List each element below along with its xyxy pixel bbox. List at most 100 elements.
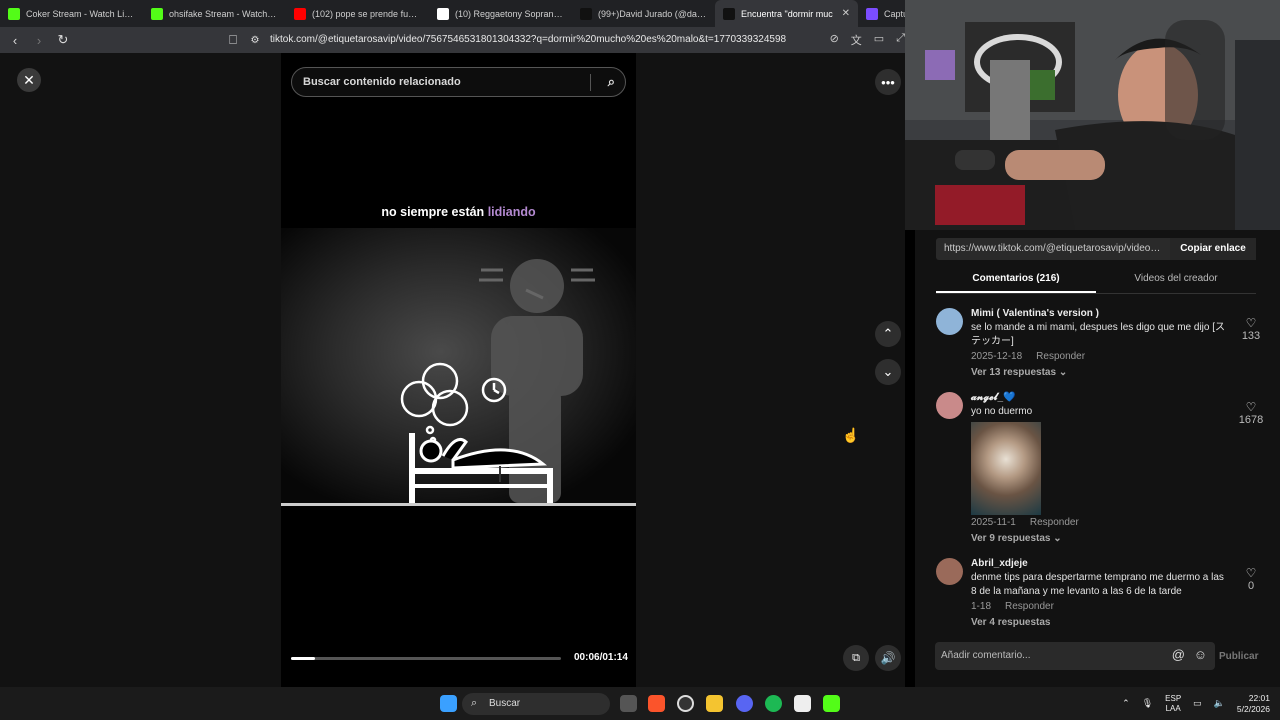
lang-top: ESP xyxy=(1165,693,1182,703)
view-replies-button[interactable]: Ver 9 respuestas ⌄ xyxy=(971,533,1266,544)
comment-author[interactable]: 𝓪𝓷𝓰𝓮𝓵_💙 xyxy=(971,392,1266,403)
comment-text: se lo mande a mi mami, despues les digo … xyxy=(971,322,1226,347)
close-tab-icon[interactable]: ✕ xyxy=(842,8,850,19)
like-count: 1678 xyxy=(1238,414,1264,426)
emoji-icon[interactable]: ☺ xyxy=(1194,647,1207,662)
reload-icon[interactable]: ↻ xyxy=(54,32,72,48)
bookmark-icon[interactable]: ⎕ xyxy=(224,32,242,48)
close-video-button[interactable]: ✕ xyxy=(17,68,41,92)
reply-button[interactable]: Responder xyxy=(1005,601,1054,612)
reply-button[interactable]: Responder xyxy=(1036,351,1085,362)
brave-icon[interactable] xyxy=(648,695,665,712)
discord-icon[interactable] xyxy=(736,695,753,712)
more-options-button[interactable]: ••• xyxy=(875,69,901,95)
no-track-icon[interactable]: ⊘ xyxy=(830,32,839,48)
like-button[interactable]: ♡ 133 xyxy=(1236,316,1266,342)
tab-title: Encuentra "dormir muc xyxy=(741,8,833,19)
spotify-icon[interactable] xyxy=(765,695,782,712)
avatar[interactable] xyxy=(936,558,963,585)
previous-video-button[interactable]: ⌃ xyxy=(875,321,901,347)
mic-icon[interactable]: 🎙 xyxy=(1142,698,1153,709)
site-info-icon[interactable]: ⚙ xyxy=(246,35,264,46)
tab-comments[interactable]: Comentarios (216) xyxy=(936,270,1096,293)
browser-tab[interactable]: (99+)David Jurado (@davidju xyxy=(572,0,715,27)
tab-creator-videos[interactable]: Videos del creador xyxy=(1096,270,1256,293)
chevron-up-icon: ⌃ xyxy=(882,326,894,341)
clock[interactable]: 22:01 5/2/2026 xyxy=(1237,693,1270,715)
back-icon[interactable]: ‹ xyxy=(6,33,24,48)
translate-icon[interactable]: 文 xyxy=(851,32,862,48)
avatar[interactable] xyxy=(936,308,963,335)
url-text[interactable]: tiktok.com/@etiquetarosavip/video/756754… xyxy=(270,34,786,45)
task-view-icon[interactable] xyxy=(620,695,637,712)
search-icon[interactable]: ⌕ xyxy=(608,74,615,90)
view-replies-button[interactable]: Ver 13 respuestas ⌄ xyxy=(971,367,1266,378)
windows-taskbar: ⌕ Buscar ⌃ 🎙 ESP LAA ▭ 🔈 22:01 5/2/2026 xyxy=(0,687,1280,720)
extension-icon[interactable]: ⤢ xyxy=(896,32,905,48)
forward-icon[interactable]: › xyxy=(30,33,48,48)
volume-button[interactable]: 🔊 xyxy=(875,645,901,671)
folder-icon[interactable] xyxy=(706,695,723,712)
caption-highlight: lidiando xyxy=(487,205,536,219)
comment-author[interactable]: Abril_xdjeje xyxy=(971,558,1266,569)
tab-favicon-icon xyxy=(294,7,306,20)
browser-tab[interactable]: ohsifake Stream - Watch Live o xyxy=(143,0,286,27)
avatar[interactable] xyxy=(936,392,963,419)
share-link-field[interactable]: https://www.tiktok.com/@etiquetarosavip/… xyxy=(936,238,1170,260)
comments-panel: https://www.tiktok.com/@etiquetarosavip/… xyxy=(915,230,1280,687)
tab-title: Coker Stream - Watch Live o xyxy=(26,8,135,19)
comment-input-placeholder: Añadir comentario... xyxy=(941,650,1031,661)
like-button[interactable]: ♡ 1678 xyxy=(1236,400,1266,426)
volume-icon[interactable]: 🔈 xyxy=(1214,698,1225,709)
app-icon[interactable] xyxy=(677,695,694,712)
network-icon[interactable]: ▭ xyxy=(1193,698,1202,709)
address-bar-row: ‹ › ↻ ⎕ ⚙ tiktok.com/@etiquetarosavip/vi… xyxy=(0,27,905,53)
comment-input[interactable]: Añadir comentario... @ ☺ xyxy=(935,642,1215,670)
clock-time: 22:01 xyxy=(1248,692,1270,703)
comment-composer: Añadir comentario... @ ☺ Publicar xyxy=(935,642,1259,670)
heart-icon: ♡ xyxy=(1245,566,1257,580)
video-player[interactable]: Buscar contenido relacionado ⌕ no siempr… xyxy=(281,53,636,687)
language-indicator[interactable]: ESP LAA xyxy=(1165,694,1181,714)
post-button[interactable]: Publicar xyxy=(1219,651,1258,662)
comment-sticker-image[interactable] xyxy=(971,422,1041,515)
comment-text: denme tips para despertarme temprano me … xyxy=(971,572,1224,597)
tab-favicon-icon xyxy=(723,7,735,20)
video-caption: no siempre están lidiando xyxy=(281,205,636,219)
copy-link-button[interactable]: Copiar enlace xyxy=(1170,238,1256,260)
capcut-icon[interactable] xyxy=(794,695,811,712)
kick-icon[interactable] xyxy=(823,695,840,712)
browser-tab[interactable]: (10) Reggaetony Soprano en X xyxy=(429,0,572,27)
tab-favicon-icon xyxy=(8,7,20,20)
browser-tab[interactable]: Coker Stream - Watch Live o xyxy=(0,0,143,27)
mention-icon[interactable]: @ xyxy=(1172,647,1185,662)
heart-icon: ♡ xyxy=(1245,400,1257,414)
tab-title: (10) Reggaetony Soprano en X xyxy=(455,8,564,19)
browser-tab[interactable]: (102) pope se prende fuego - Y xyxy=(286,0,429,27)
start-icon[interactable] xyxy=(440,695,457,712)
next-video-button[interactable]: ⌄ xyxy=(875,359,901,385)
chevron-up-icon[interactable]: ⌃ xyxy=(1122,698,1130,709)
chevron-down-icon: ⌄ xyxy=(882,364,894,379)
like-button[interactable]: ♡ 0 xyxy=(1236,566,1266,592)
tab-favicon-icon xyxy=(151,7,163,20)
panel-tabs: Comentarios (216) Videos del creador xyxy=(936,270,1256,294)
taskbar-search[interactable]: ⌕ Buscar xyxy=(462,693,610,715)
comment-item: Mimi ( Valentina's version ) se lo mande… xyxy=(936,308,1266,378)
related-search-box[interactable]: Buscar contenido relacionado ⌕ xyxy=(291,67,626,97)
view-replies-button[interactable]: Ver 4 respuestas xyxy=(971,617,1266,628)
more-icon: ••• xyxy=(881,74,895,90)
floating-player-button[interactable]: ⧉ xyxy=(843,645,869,671)
comment-author[interactable]: Mimi ( Valentina's version ) xyxy=(971,308,1266,319)
browser-tab[interactable]: Encuentra "dormir muc ✕ xyxy=(715,0,858,27)
comment-text: yo no duermo xyxy=(971,406,1033,417)
related-search-input[interactable]: Buscar contenido relacionado xyxy=(303,76,461,88)
webcam-overlay xyxy=(905,0,1280,230)
reply-button[interactable]: Responder xyxy=(1030,517,1079,528)
taskbar-search-label: Buscar xyxy=(489,698,521,709)
video-progress-bar[interactable] xyxy=(291,657,561,660)
speaker-icon: 🔊 xyxy=(880,651,896,665)
comments-list[interactable]: Mimi ( Valentina's version ) se lo mande… xyxy=(936,308,1266,628)
cast-icon[interactable]: ▭ xyxy=(874,32,884,48)
share-link-row: https://www.tiktok.com/@etiquetarosavip/… xyxy=(936,238,1256,260)
